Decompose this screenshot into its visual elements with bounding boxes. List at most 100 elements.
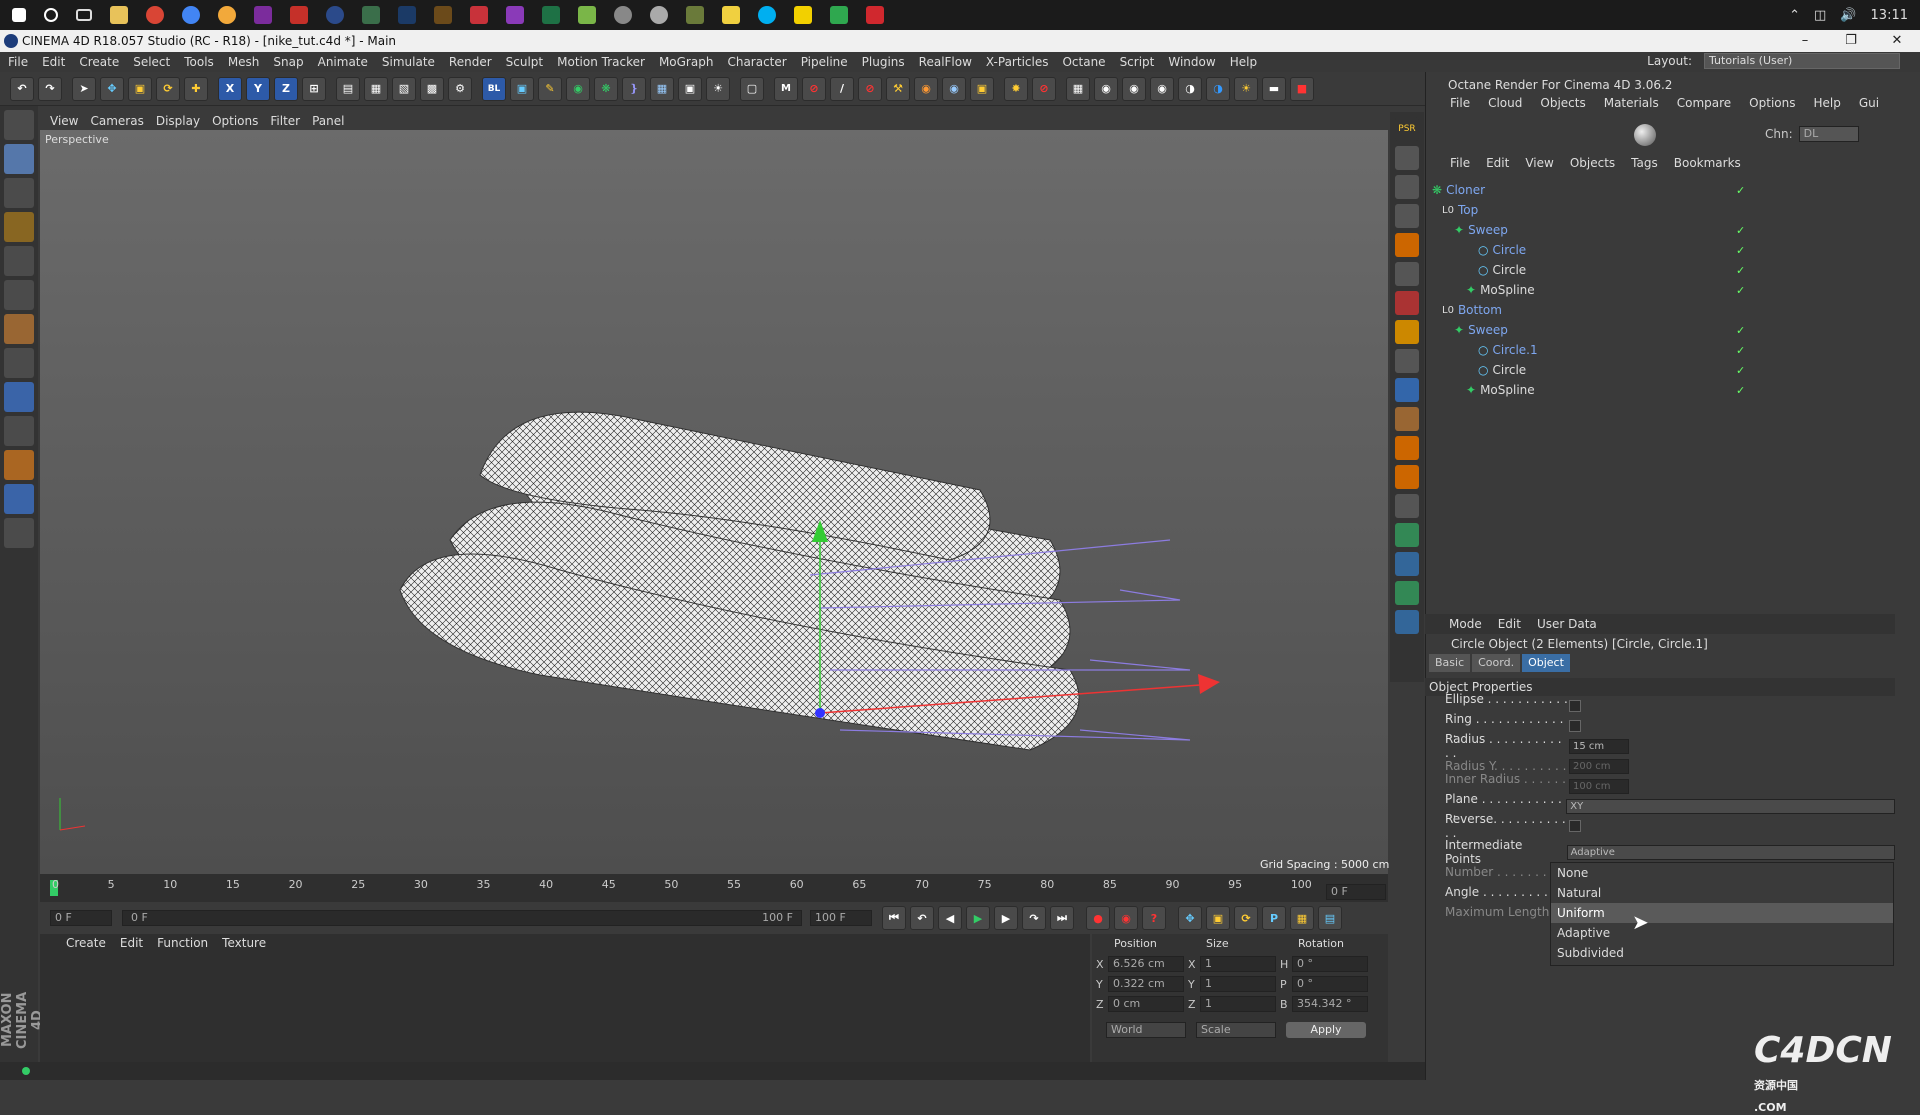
cloner-icon[interactable]: ❋ (594, 76, 618, 101)
coordinate-space-select[interactable]: World (1106, 1022, 1186, 1038)
octane-icon[interactable]: ▬ (1262, 76, 1286, 101)
position-x-field[interactable]: 6.526 cm (1108, 956, 1184, 972)
undo-icon[interactable]: ↶ (10, 76, 34, 101)
viewport-menu-view[interactable]: View (50, 114, 78, 128)
tool-icon[interactable] (1395, 494, 1419, 518)
menu-simulate[interactable]: Simulate (382, 55, 435, 69)
app-icon[interactable] (362, 6, 380, 24)
app-icon[interactable] (218, 6, 236, 24)
rotate-icon[interactable]: ⟳ (156, 76, 180, 101)
size-z-field[interactable]: 1 (1200, 996, 1276, 1012)
tool-icon[interactable] (1395, 233, 1419, 257)
clock[interactable]: 13:11 (1871, 8, 1908, 23)
redo-icon[interactable]: ↷ (38, 76, 62, 101)
material-manager[interactable] (40, 934, 1090, 1064)
plugin-icon[interactable]: ✸ (1004, 76, 1028, 101)
tool-icon[interactable] (1395, 523, 1419, 547)
axis-z-button[interactable]: Z (274, 76, 298, 101)
visibility-check-icon[interactable]: ✓ (1736, 184, 1745, 197)
start-frame-field[interactable]: 0 F (50, 910, 112, 926)
menu-window[interactable]: Window (1168, 55, 1215, 69)
tool-icon[interactable] (1395, 204, 1419, 228)
record-icon[interactable]: ● (1086, 906, 1110, 930)
dropdown-option-none[interactable]: None (1551, 863, 1893, 883)
dropdown-option-natural[interactable]: Natural (1551, 883, 1893, 903)
menu-realflow[interactable]: RealFlow (919, 55, 972, 69)
menu-snap[interactable]: Snap (273, 55, 303, 69)
rotation-h-field[interactable]: 0 ° (1292, 956, 1368, 972)
octane-icon[interactable]: ■ (1290, 76, 1314, 101)
size-x-field[interactable]: 1 (1200, 956, 1276, 972)
excel-icon[interactable] (542, 6, 560, 24)
attr-menu-mode[interactable]: Mode (1449, 617, 1482, 631)
octane-icon[interactable]: ◉ (1122, 76, 1146, 101)
app-icon[interactable] (830, 6, 848, 24)
file-explorer-icon[interactable] (110, 6, 128, 24)
cinema4d-icon[interactable] (326, 6, 344, 24)
go-to-start-icon[interactable]: ⏮ (882, 906, 906, 930)
auto-key-icon[interactable]: ◉ (1114, 906, 1138, 930)
octane-sun-icon[interactable]: ☀ (1234, 76, 1258, 101)
timeline-window-icon[interactable]: ▤ (1318, 906, 1342, 930)
octane-menu-materials[interactable]: Materials (1604, 96, 1659, 110)
radius-field[interactable]: 15 cm (1569, 738, 1629, 754)
task-view-icon[interactable] (76, 9, 92, 21)
tool-icon[interactable] (1395, 349, 1419, 373)
render-region-icon[interactable]: ▦ (364, 76, 388, 101)
bool-icon[interactable]: BL (482, 76, 506, 101)
next-frame-icon[interactable]: ▶ (994, 906, 1018, 930)
sticky-notes-icon[interactable] (722, 6, 740, 24)
tool-icon[interactable] (1395, 407, 1419, 431)
camera-icon[interactable]: ▣ (678, 76, 702, 101)
plugin-icon[interactable]: ▣ (970, 76, 994, 101)
om-menu-bookmarks[interactable]: Bookmarks (1674, 156, 1741, 170)
key-point-level-icon[interactable]: ▦ (1290, 906, 1314, 930)
render-picture-viewer-icon[interactable]: ▧ (392, 76, 416, 101)
maximize-button[interactable]: ❐ (1828, 30, 1874, 52)
om-menu-file[interactable]: File (1450, 156, 1470, 170)
tree-item-sweep[interactable]: ✦ Sweep ✓ (1428, 320, 1898, 340)
chrome-icon[interactable] (146, 6, 164, 24)
menu-x-particles[interactable]: X-Particles (986, 55, 1049, 69)
app-icon[interactable] (686, 6, 704, 24)
tree-item-mospline[interactable]: ✦ MoSpline ✓ (1428, 280, 1898, 300)
intermediate-points-select[interactable]: Adaptive (1566, 844, 1895, 860)
app-icon[interactable] (434, 6, 452, 24)
octane-menu-cloud[interactable]: Cloud (1488, 96, 1522, 110)
octane-menu-compare[interactable]: Compare (1677, 96, 1731, 110)
tool-icon[interactable] (1395, 581, 1419, 605)
plugin-icon[interactable]: M (774, 76, 798, 101)
subdivision-icon[interactable]: ◉ (566, 76, 590, 101)
move-icon[interactable]: ✥ (100, 76, 124, 101)
close-button[interactable]: ✕ (1874, 30, 1920, 52)
app-icon[interactable] (470, 6, 488, 24)
workplane-icon[interactable] (4, 212, 34, 242)
workplane-lock-icon[interactable] (4, 484, 34, 514)
acrobat-icon[interactable] (290, 6, 308, 24)
om-menu-tags[interactable]: Tags (1631, 156, 1658, 170)
plugin-icon[interactable]: ◉ (914, 76, 938, 101)
app-icon[interactable] (650, 6, 668, 24)
points-mode-icon[interactable] (4, 246, 34, 276)
keyframe-selection-icon[interactable]: ? (1142, 906, 1166, 930)
ellipse-checkbox[interactable] (1569, 700, 1581, 712)
tool-icon[interactable] (1395, 320, 1419, 344)
make-editable-icon[interactable] (4, 110, 34, 140)
previous-frame-icon[interactable]: ◀ (938, 906, 962, 930)
go-to-end-icon[interactable]: ⏭ (1050, 906, 1074, 930)
visibility-check-icon[interactable]: ✓ (1736, 264, 1745, 277)
windows-start-icon[interactable] (12, 8, 26, 22)
viewport-menu-options[interactable]: Options (212, 114, 258, 128)
octane-icon[interactable]: ◑ (1178, 76, 1202, 101)
tab-basic[interactable]: Basic (1429, 654, 1471, 672)
position-y-field[interactable]: 0.322 cm (1108, 976, 1184, 992)
tree-item-circle[interactable]: ○ Circle ✓ (1428, 240, 1898, 260)
tree-item-top[interactable]: L0 Top (1428, 200, 1898, 220)
material-menu-edit[interactable]: Edit (120, 936, 143, 950)
menu-render[interactable]: Render (449, 55, 492, 69)
menu-animate[interactable]: Animate (318, 55, 368, 69)
app-icon[interactable] (506, 6, 524, 24)
skype-icon[interactable] (758, 6, 776, 24)
app-icon[interactable] (614, 6, 632, 24)
viewport-menu-cameras[interactable]: Cameras (90, 114, 143, 128)
